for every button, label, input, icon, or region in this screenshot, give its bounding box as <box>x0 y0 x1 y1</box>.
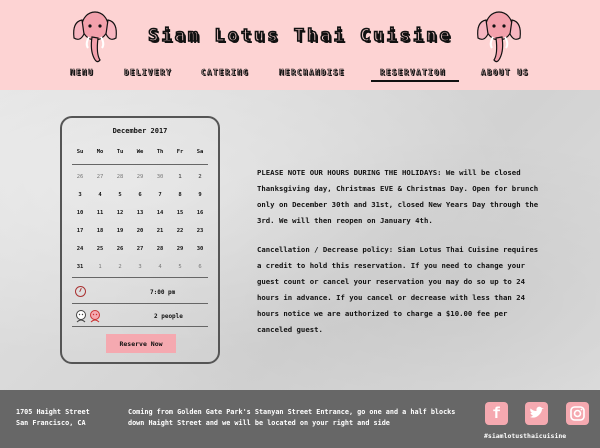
calendar-day[interactable]: 1 <box>170 174 190 180</box>
nav-item-reservation[interactable]: RESERVATION <box>380 68 446 78</box>
facebook-icon[interactable]: f <box>485 402 508 425</box>
calendar-day: 2 <box>118 264 122 270</box>
calendar-day: 5 <box>178 264 182 270</box>
weekday-label: Tu <box>116 149 124 155</box>
calendar-day[interactable]: 10 <box>70 210 90 216</box>
calendar-day[interactable]: 24 <box>70 246 90 252</box>
divider <box>72 164 208 165</box>
calendar-day[interactable]: 8 <box>170 192 190 198</box>
calendar-day[interactable]: 23 <box>190 228 210 234</box>
nav-item-menu[interactable]: MENU <box>70 68 94 78</box>
weekday-label: We <box>136 149 144 155</box>
site-title[interactable]: Siam Lotus Thai Cuisine <box>128 25 473 47</box>
calendar-day: 29 <box>136 174 144 180</box>
nav-item-about-us[interactable]: ABOUT US <box>481 68 529 78</box>
calendar-day[interactable]: 30 <box>190 246 210 252</box>
calendar-week-row: 17 18 19 20 21 22 23 <box>70 228 210 238</box>
main-nav: MENU DELIVERY CATERING MERCHANDISE RESER… <box>0 66 600 84</box>
calendar-week-row: 24 25 26 27 28 29 30 <box>70 246 210 256</box>
calendar-day: 4 <box>158 264 162 270</box>
calendar-day[interactable]: 3 <box>70 192 90 198</box>
calendar-day[interactable]: 28 <box>150 246 170 252</box>
calendar-day: 30 <box>156 174 164 180</box>
cancellation-policy: Cancellation / Decrease policy: Siam Lot… <box>257 245 539 334</box>
calendar-day[interactable]: 4 <box>90 192 110 198</box>
divider <box>72 326 208 327</box>
calendar-day[interactable]: 13 <box>130 210 150 216</box>
calendar-day[interactable]: 12 <box>110 210 130 216</box>
calendar-day: 27 <box>96 174 104 180</box>
reservation-widget: December 2017 Su Mo Tu We Th Fr Sa 26 27… <box>60 116 220 364</box>
twitter-icon[interactable] <box>525 402 548 425</box>
weekday-label: Th <box>156 149 164 155</box>
divider <box>72 303 208 304</box>
weekday-label: Fr <box>176 149 184 155</box>
instagram-icon[interactable] <box>566 402 589 425</box>
divider <box>72 277 208 278</box>
time-select[interactable]: 7:00 pm <box>150 289 175 296</box>
calendar-week-row: 31 1 2 3 4 5 6 <box>70 264 210 274</box>
reserve-now-button[interactable]: Reserve Now <box>106 334 176 353</box>
calendar-day[interactable]: 20 <box>130 228 150 234</box>
calendar-day[interactable]: 27 <box>130 246 150 252</box>
calendar-day[interactable]: 7 <box>150 192 170 198</box>
calendar-day[interactable]: 15 <box>170 210 190 216</box>
address-line: San Francisco, CA <box>16 419 86 427</box>
address-line: 1705 Haight Street <box>16 408 90 416</box>
nav-active-indicator <box>371 80 459 82</box>
calendar-day[interactable]: 14 <box>150 210 170 216</box>
calendar-day[interactable]: 2 <box>190 174 210 180</box>
calendar-day: 6 <box>198 264 202 270</box>
calendar-month: December 2017 <box>112 127 168 135</box>
calendar-day[interactable]: 29 <box>170 246 190 252</box>
nav-item-catering[interactable]: CATERING <box>201 68 249 78</box>
calendar-day[interactable]: 21 <box>150 228 170 234</box>
directions-text: Coming from Golden Gate Park's Stanyan S… <box>128 408 456 427</box>
elephant-logo-icon <box>73 11 117 63</box>
calendar-day[interactable]: 25 <box>90 246 110 252</box>
calendar-week-row: 26 27 28 29 30 1 2 <box>70 174 210 184</box>
elephant-logo-icon <box>477 11 521 63</box>
weekday-label: Su <box>76 149 84 155</box>
calendar-day[interactable]: 9 <box>190 192 210 198</box>
calendar-week-row: 3 4 5 6 7 8 9 <box>70 192 210 202</box>
calendar-day[interactable]: 22 <box>170 228 190 234</box>
clock-icon <box>75 286 86 297</box>
weekday-label: Sa <box>196 149 204 155</box>
address: 1705 Haight Street San Francisco, CA <box>16 407 90 429</box>
guests-icon <box>76 310 100 323</box>
nav-item-merchandise[interactable]: MERCHANDISE <box>279 68 345 78</box>
nav-item-delivery[interactable]: DELIVERY <box>124 68 172 78</box>
calendar-week-row: 10 11 12 13 14 15 16 <box>70 210 210 220</box>
hashtag-link[interactable]: #siamlotusthaicuisine <box>484 432 566 440</box>
calendar-day[interactable]: 18 <box>90 228 110 234</box>
calendar-day[interactable]: 31 <box>70 264 90 270</box>
calendar-day: 3 <box>138 264 142 270</box>
calendar-day: 28 <box>116 174 124 180</box>
calendar-day: 1 <box>98 264 102 270</box>
calendar-day[interactable]: 5 <box>110 192 130 198</box>
party-size-select[interactable]: 2 people <box>154 313 183 320</box>
site-footer: 1705 Haight Street San Francisco, CA Com… <box>0 390 600 448</box>
calendar-day[interactable]: 26 <box>110 246 130 252</box>
calendar-day[interactable]: 16 <box>190 210 210 216</box>
site-header: Siam Lotus Thai Cuisine MENU DELIVERY CA… <box>0 0 600 90</box>
calendar-day[interactable]: 17 <box>70 228 90 234</box>
holiday-hours-notice: PLEASE NOTE OUR HOURS DURING THE HOLIDAY… <box>257 168 539 225</box>
calendar-day[interactable]: 19 <box>110 228 130 234</box>
calendar-day: 26 <box>76 174 84 180</box>
calendar-weekday-row: Su Mo Tu We Th Fr Sa <box>70 149 210 159</box>
weekday-label: Mo <box>96 149 104 155</box>
calendar-day[interactable]: 6 <box>130 192 150 198</box>
calendar-day[interactable]: 11 <box>90 210 110 216</box>
